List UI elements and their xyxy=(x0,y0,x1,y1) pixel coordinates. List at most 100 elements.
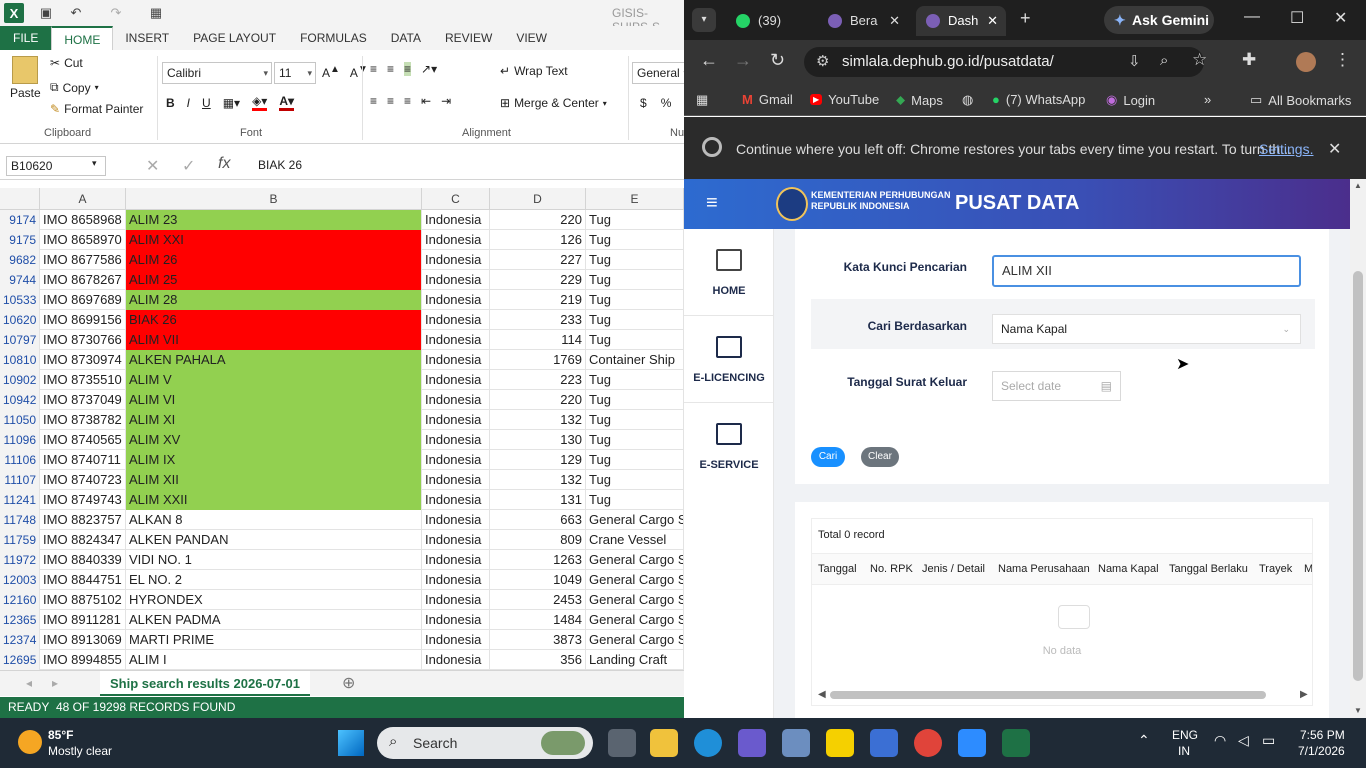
lang-line-1[interactable]: ENG xyxy=(1172,728,1198,742)
cell-d[interactable]: 809 xyxy=(490,530,586,550)
profile-avatar[interactable] xyxy=(1296,52,1316,72)
cell-e[interactable]: General Cargo S xyxy=(586,590,684,610)
cell-e[interactable]: Tug xyxy=(586,290,684,310)
cut-button[interactable]: ✂ Cut xyxy=(50,56,83,70)
cell-e[interactable]: Tug xyxy=(586,210,684,230)
nav-home[interactable]: HOME xyxy=(684,229,774,316)
scroll-right-icon[interactable]: ▶ xyxy=(1300,689,1308,700)
insert-function-icon[interactable]: fx xyxy=(218,155,230,173)
hamburger-menu-icon[interactable]: ≡ xyxy=(706,192,718,215)
back-icon[interactable]: ← xyxy=(700,50,718,71)
reload-icon[interactable]: ↻ xyxy=(770,50,785,71)
install-app-icon[interactable]: ⇩ xyxy=(1128,52,1141,70)
all-bookmarks-button[interactable]: ▭ All Bookmarks xyxy=(1250,92,1351,108)
cell-b[interactable]: ALIM XI xyxy=(126,410,422,430)
cell-b[interactable]: ALIM V xyxy=(126,370,422,390)
cell-c[interactable]: Indonesia xyxy=(422,250,490,270)
tab-view[interactable]: VIEW xyxy=(504,26,559,50)
weather-icon[interactable] xyxy=(18,730,42,754)
tab-file[interactable]: FILE xyxy=(0,26,52,50)
cell-e[interactable]: Tug xyxy=(586,370,684,390)
address-bar[interactable]: ⚙ simlala.dephub.go.id/pusatdata/ xyxy=(804,47,1204,77)
menu-dots-icon[interactable]: ⋮ xyxy=(1334,50,1351,70)
cell-e[interactable]: Tug xyxy=(586,330,684,350)
col-m[interactable]: M xyxy=(1304,563,1312,575)
weather-desc[interactable]: Mostly clear xyxy=(48,744,112,758)
row-number[interactable]: 12003 xyxy=(0,570,40,590)
cell-b[interactable]: ALIM 25 xyxy=(126,270,422,290)
cell-d[interactable]: 223 xyxy=(490,370,586,390)
cell-c[interactable]: Indonesia xyxy=(422,450,490,470)
cell-c[interactable]: Indonesia xyxy=(422,570,490,590)
edge-icon[interactable] xyxy=(694,729,722,757)
page-scrollbar[interactable]: ▲ ▼ xyxy=(1350,179,1366,718)
align-right-icon[interactable]: ≡ xyxy=(404,94,411,108)
cell-d[interactable]: 126 xyxy=(490,230,586,250)
cell-c[interactable]: Indonesia xyxy=(422,410,490,430)
app-icon[interactable] xyxy=(870,729,898,757)
bookmark-login[interactable]: ◉ Login xyxy=(1106,92,1155,108)
cell-b[interactable]: ALKEN PANDAN xyxy=(126,530,422,550)
font-name-select[interactable]: Calibri xyxy=(162,62,272,84)
wifi-icon[interactable]: ◠ xyxy=(1214,732,1226,749)
cell-e[interactable]: Tug xyxy=(586,410,684,430)
row-number[interactable]: 11106 xyxy=(0,450,40,470)
col-jenis[interactable]: Jenis / Detail xyxy=(922,563,985,575)
col-no-rpk[interactable]: No. RPK xyxy=(870,563,913,575)
cell-b[interactable]: BIAK 26 xyxy=(126,310,422,330)
cell-c[interactable]: Indonesia xyxy=(422,310,490,330)
cell-a[interactable]: IMO 8678267 xyxy=(40,270,126,290)
cell-d[interactable]: 233 xyxy=(490,310,586,330)
row-number[interactable]: 10533 xyxy=(0,290,40,310)
cell-c[interactable]: Indonesia xyxy=(422,490,490,510)
cell-d[interactable]: 114 xyxy=(490,330,586,350)
chevron-down-icon[interactable]: ▾ xyxy=(92,158,97,169)
close-icon[interactable]: ✕ xyxy=(987,6,998,36)
align-bottom-icon[interactable]: ≡ xyxy=(404,62,412,76)
cell-e[interactable]: Tug xyxy=(586,250,684,270)
column-header-c[interactable]: C xyxy=(422,188,490,210)
cell-d[interactable]: 1049 xyxy=(490,570,586,590)
number-format-select[interactable]: General xyxy=(632,62,684,84)
close-icon[interactable]: ✕ xyxy=(889,6,900,36)
merge-center-button[interactable]: ⊞ Merge & Center ▾ xyxy=(500,96,607,110)
excel-taskbar-icon[interactable] xyxy=(1002,729,1030,757)
column-header-a[interactable]: A xyxy=(40,188,126,210)
tab-beranda[interactable]: Bera ✕ xyxy=(818,6,908,36)
tab-whatsapp[interactable]: (39) xyxy=(726,6,816,36)
row-number[interactable]: 11241 xyxy=(0,490,40,510)
font-size-select[interactable]: 11 xyxy=(274,62,316,84)
cell-b[interactable]: ALIM XXI xyxy=(126,230,422,250)
clear-button[interactable]: Clear xyxy=(861,447,899,467)
new-tab-icon[interactable]: + xyxy=(1020,8,1031,29)
cell-c[interactable]: Indonesia xyxy=(422,550,490,570)
align-left-icon[interactable]: ≡ xyxy=(370,94,377,108)
cell-d[interactable]: 219 xyxy=(490,290,586,310)
cell-d[interactable]: 227 xyxy=(490,250,586,270)
borders-icon[interactable]: ▦▾ xyxy=(223,96,240,110)
tab-formulas[interactable]: FORMULAS xyxy=(288,26,379,50)
cell-d[interactable]: 220 xyxy=(490,210,586,230)
col-tanggal-berlaku[interactable]: Tanggal Berlaku xyxy=(1169,563,1248,575)
cell-a[interactable]: IMO 8911281 xyxy=(40,610,126,630)
cell-a[interactable]: IMO 8699156 xyxy=(40,310,126,330)
cell-a[interactable]: IMO 8730766 xyxy=(40,330,126,350)
cell-c[interactable]: Indonesia xyxy=(422,430,490,450)
cell-b[interactable]: EL NO. 2 xyxy=(126,570,422,590)
cell-b[interactable]: ALIM 23 xyxy=(126,210,422,230)
cell-a[interactable]: IMO 8824347 xyxy=(40,530,126,550)
shrink-font-icon[interactable]: A▼ xyxy=(350,64,368,80)
cell-c[interactable]: Indonesia xyxy=(422,230,490,250)
cell-c[interactable]: Indonesia xyxy=(422,270,490,290)
format-painter-button[interactable]: ✎ Format Painter xyxy=(50,102,143,116)
cell-a[interactable]: IMO 8740565 xyxy=(40,430,126,450)
row-number[interactable]: 9174 xyxy=(0,210,40,230)
row-number[interactable]: 9744 xyxy=(0,270,40,290)
app-icon[interactable] xyxy=(782,729,810,757)
scroll-up-icon[interactable]: ▲ xyxy=(1354,181,1362,190)
cell-e[interactable]: General Cargo S xyxy=(586,570,684,590)
tab-dashboard-active[interactable]: Dash ✕ xyxy=(916,6,1006,36)
taskbar-search[interactable]: ⌕ Search xyxy=(377,727,593,759)
row-number[interactable]: 11972 xyxy=(0,550,40,570)
sheet-tab-active[interactable]: Ship search results 2026-07-01 xyxy=(100,671,310,696)
